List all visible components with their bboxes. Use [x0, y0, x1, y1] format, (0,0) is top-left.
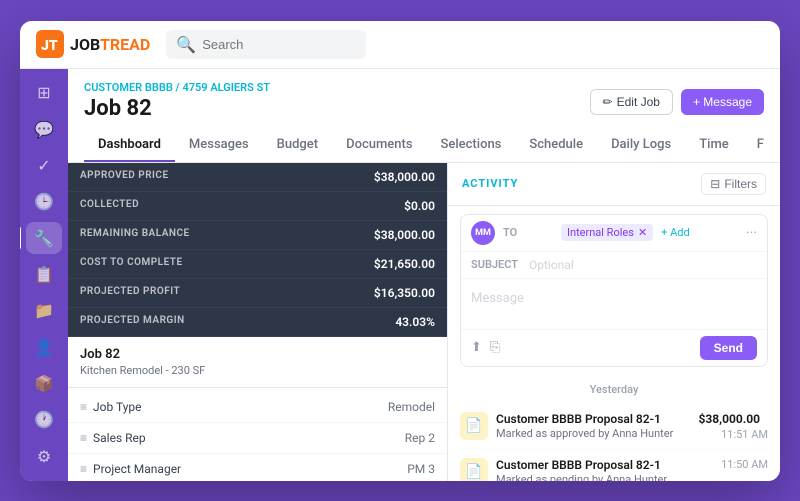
fin-row-remaining: REMAINING BALANCE $38,000.00 [68, 221, 447, 250]
tag-close-icon[interactable]: ✕ [638, 226, 647, 239]
lines-icon-2: ≡ [80, 431, 87, 445]
sidebar-item-time[interactable]: 🕒 [26, 186, 62, 218]
topbar: JT JOBTREAD 🔍 [20, 21, 780, 69]
tabs: Dashboard Messages Budget Documents Sele… [84, 129, 764, 162]
activity-right-0: $38,000.00 11:51 AM [698, 412, 768, 441]
breadcrumb[interactable]: CUSTOMER BBBB / 4759 ALGIERS ST [84, 81, 270, 94]
right-panel: ACTIVITY ⊟ Filters MM TO Internal Roles [448, 163, 780, 481]
activity-feed: Yesterday 📄 Customer BBBB Proposal 82-1 … [448, 375, 780, 481]
composer-body[interactable]: Message [461, 279, 767, 329]
fin-row-approved: APPROVED PRICE $38,000.00 [68, 163, 447, 192]
activity-content-0: Customer BBBB Proposal 82-1 Marked as ap… [496, 412, 690, 440]
date-divider: Yesterday [460, 383, 768, 396]
sidebar-item-documents[interactable]: 📋 [26, 258, 62, 290]
financial-table: APPROVED PRICE $38,000.00 COLLECTED $0.0… [68, 163, 447, 337]
copy-icon[interactable]: ⎘ [490, 340, 500, 355]
svg-text:JT: JT [41, 38, 58, 54]
edit-icon: ✏ [603, 95, 613, 109]
more-button[interactable]: ··· [746, 225, 757, 241]
sidebar-item-settings[interactable]: ⚙ [26, 440, 62, 472]
sidebar-item-users[interactable]: 👤 [26, 331, 62, 363]
lines-icon: ≡ [80, 400, 87, 414]
internal-roles-tag[interactable]: Internal Roles ✕ [561, 224, 653, 241]
content-area: CUSTOMER BBBB / 4759 ALGIERS ST Job 82 ✏… [68, 69, 780, 481]
lines-icon-3: ≡ [80, 462, 87, 476]
job-info: Job 82 Kitchen Remodel - 230 SF [68, 337, 447, 388]
job-title: Job 82 [84, 96, 270, 121]
search-bar[interactable]: 🔍 [166, 30, 366, 59]
fields: ≡ Job Type Remodel ≡ Sales Rep Rep 2 [68, 388, 447, 481]
edit-job-button[interactable]: ✏ Edit Job [590, 89, 673, 115]
filter-button[interactable]: ⊟ Filters [701, 173, 766, 195]
fin-row-cost: COST TO COMPLETE $21,650.00 [68, 250, 447, 279]
sidebar-item-history[interactable]: 🕐 [26, 404, 62, 436]
message-composer: MM TO Internal Roles ✕ + Add ··· SUBJECT… [460, 214, 768, 367]
logo-text: JOBTREAD [70, 35, 150, 54]
tab-selections[interactable]: Selections [427, 129, 516, 162]
upload-icon[interactable]: ⬆ [471, 340, 482, 355]
activity-icon-1: 📄 [460, 458, 488, 481]
logo: JT JOBTREAD [36, 30, 150, 58]
activity-item-1[interactable]: 📄 Customer BBBB Proposal 82-1 Marked as … [460, 450, 768, 481]
activity-item-0[interactable]: 📄 Customer BBBB Proposal 82-1 Marked as … [460, 404, 768, 450]
left-panel: APPROVED PRICE $38,000.00 COLLECTED $0.0… [68, 163, 448, 481]
sidebar-item-tasks[interactable]: ✓ [26, 149, 62, 181]
field-row-sales-rep: ≡ Sales Rep Rep 2 [68, 423, 447, 454]
activity-title: ACTIVITY [462, 177, 518, 190]
activity-content-1: Customer BBBB Proposal 82-1 Marked as pe… [496, 458, 713, 481]
panels: APPROVED PRICE $38,000.00 COLLECTED $0.0… [68, 163, 780, 481]
sidebar-item-items[interactable]: 📦 [26, 367, 62, 399]
composer-subject-row: SUBJECT Optional [461, 252, 767, 279]
tab-files[interactable]: Files [743, 129, 764, 162]
field-row-job-type: ≡ Job Type Remodel [68, 392, 447, 423]
tab-schedule[interactable]: Schedule [515, 129, 597, 162]
activity-header: ACTIVITY ⊟ Filters [448, 163, 780, 206]
tab-dashboard[interactable]: Dashboard [84, 129, 175, 162]
activity-icon-0: 📄 [460, 412, 488, 440]
logo-icon: JT [36, 30, 64, 58]
tab-documents[interactable]: Documents [332, 129, 426, 162]
fin-row-collected: COLLECTED $0.00 [68, 192, 447, 221]
composer-footer: ⬆ ⎘ Send [461, 329, 767, 366]
sidebar: ⊞ 💬 ✓ 🕒 🔧 📋 📁 👤 📦 🕐 ⚙ [20, 69, 68, 481]
tab-budget[interactable]: Budget [263, 129, 332, 162]
message-button[interactable]: + Message [681, 89, 764, 115]
tab-time[interactable]: Time [685, 129, 743, 162]
search-icon: 🔍 [176, 35, 196, 54]
sidebar-item-messages[interactable]: 💬 [26, 113, 62, 145]
fin-row-profit: PROJECTED PROFIT $16,350.00 [68, 279, 447, 308]
sidebar-item-tools[interactable]: 🔧 [26, 222, 62, 254]
field-row-project-manager: ≡ Project Manager PM 3 [68, 454, 447, 481]
composer-to-row: MM TO Internal Roles ✕ + Add ··· [461, 215, 767, 252]
composer-icons: ⬆ ⎘ [471, 340, 500, 355]
add-link[interactable]: + Add [661, 226, 690, 239]
avatar: MM [471, 221, 495, 245]
tab-messages[interactable]: Messages [175, 129, 263, 162]
send-button[interactable]: Send [700, 336, 757, 360]
tab-daily-logs[interactable]: Daily Logs [597, 129, 685, 162]
filter-icon: ⊟ [710, 177, 720, 191]
search-input[interactable] [202, 37, 356, 52]
activity-right-1: 11:50 AM [721, 458, 768, 471]
job-header: CUSTOMER BBBB / 4759 ALGIERS ST Job 82 ✏… [68, 69, 780, 163]
fin-row-margin: PROJECTED MARGIN 43.03% [68, 308, 447, 337]
sidebar-item-files[interactable]: 📁 [26, 295, 62, 327]
sidebar-item-home[interactable]: ⊞ [26, 77, 62, 109]
